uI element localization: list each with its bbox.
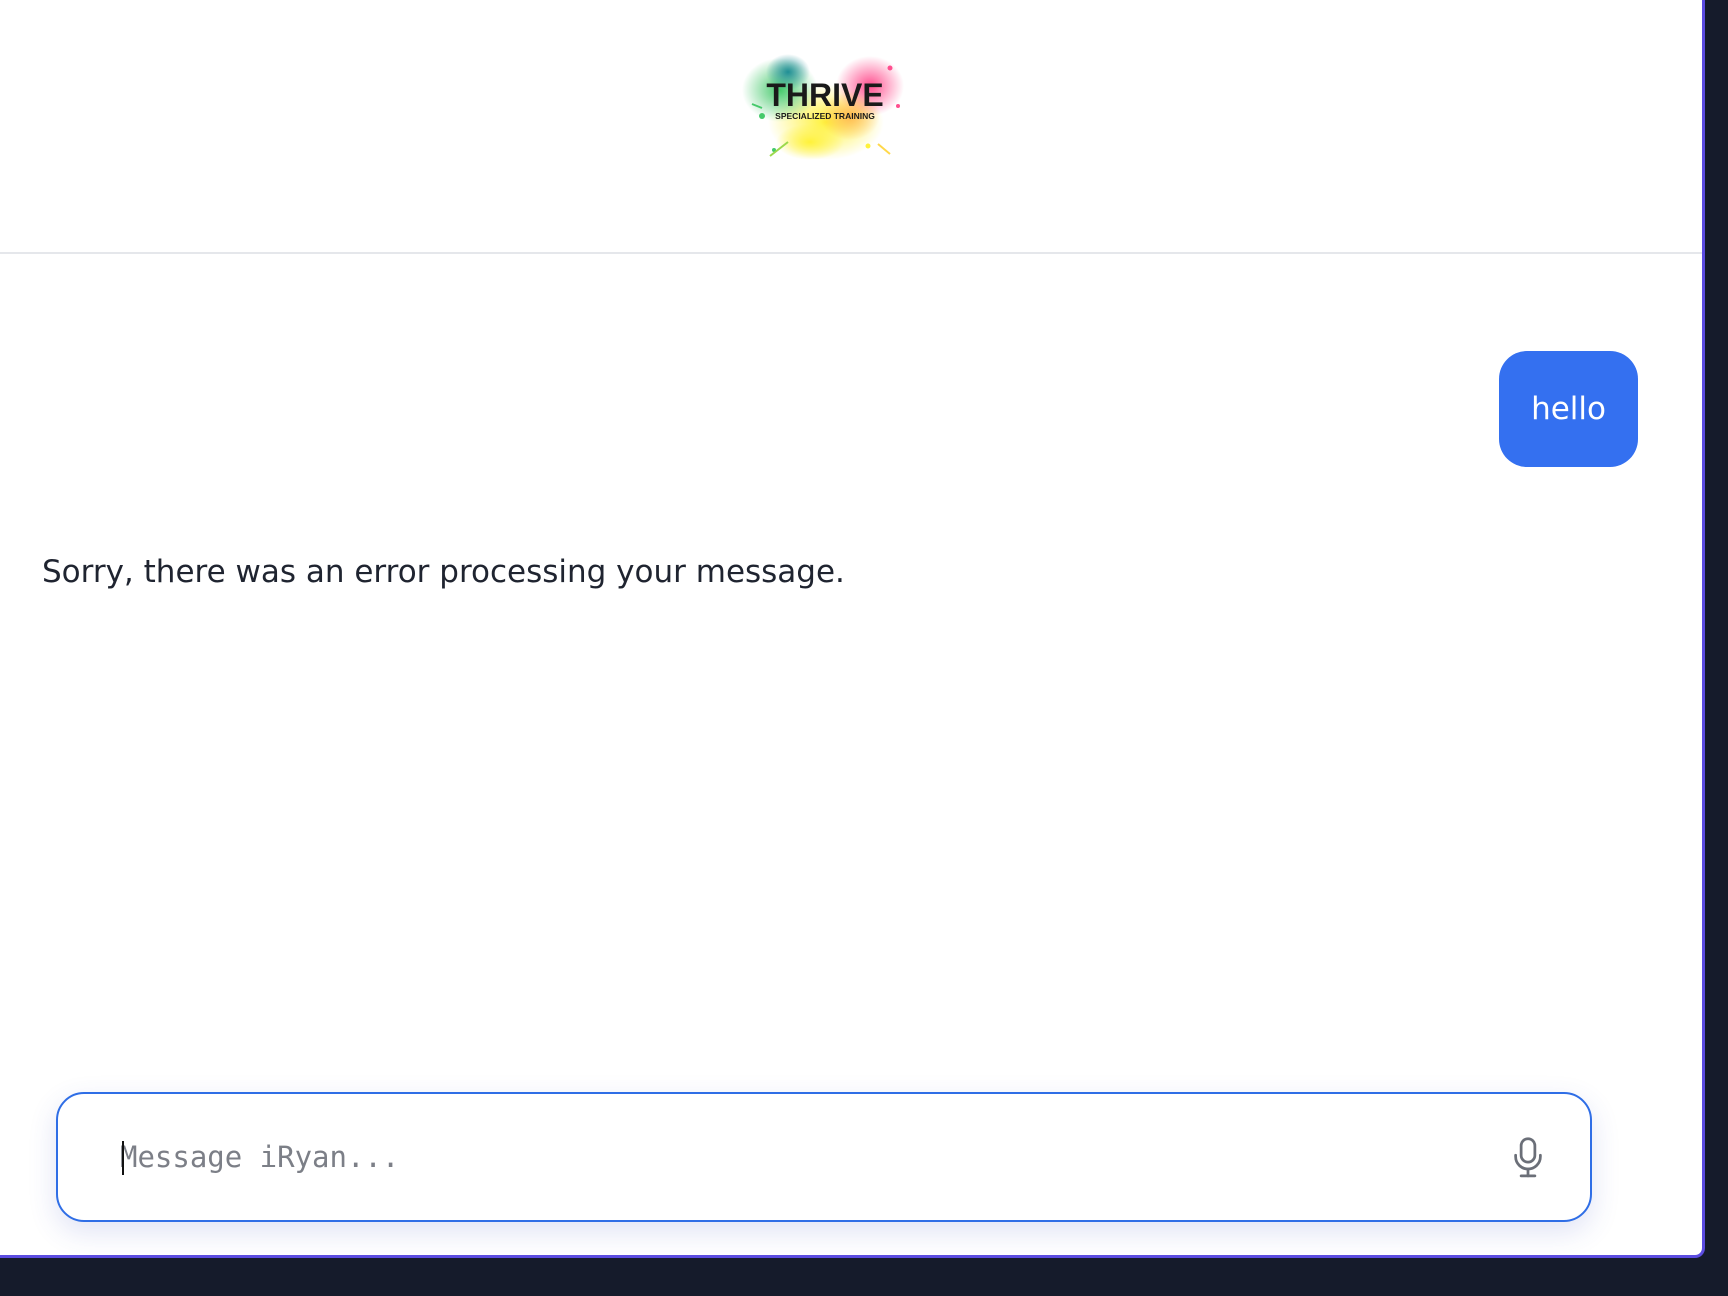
svg-text:THRIVE: THRIVE — [766, 77, 883, 113]
chat-window: THRIVE SPECIALIZED TRAINING hello Sorry,… — [0, 0, 1705, 1258]
microphone-button[interactable] — [1504, 1134, 1552, 1182]
header: THRIVE SPECIALIZED TRAINING — [0, 0, 1702, 254]
assistant-message: Sorry, there was an error processing you… — [42, 554, 845, 590]
user-message-bubble: hello — [1499, 351, 1638, 467]
message-input[interactable] — [120, 1124, 1440, 1190]
svg-text:SPECIALIZED TRAINING: SPECIALIZED TRAINING — [775, 111, 875, 121]
thrive-logo-image: THRIVE SPECIALIZED TRAINING — [742, 54, 904, 160]
chat-message-list: hello Sorry, there was an error processi… — [0, 256, 1702, 1056]
thrive-logo: THRIVE SPECIALIZED TRAINING — [740, 46, 910, 164]
text-caret — [122, 1141, 124, 1175]
microphone-icon — [1514, 1137, 1542, 1178]
message-composer — [56, 1092, 1592, 1222]
